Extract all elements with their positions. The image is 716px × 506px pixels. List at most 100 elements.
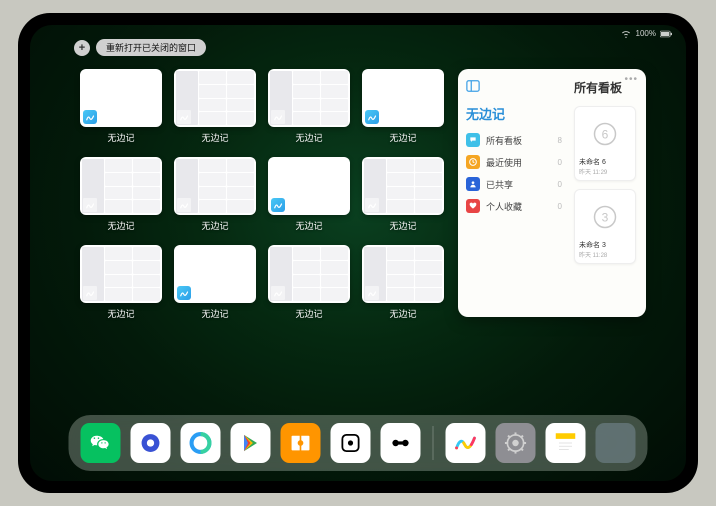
panel-sidebar: 无边记 所有看板 8 最近使用 0 已共享 0 个人收藏 0 xyxy=(458,69,570,317)
window-thumbnail[interactable]: 无边记 xyxy=(362,69,444,155)
sidebar-item[interactable]: 个人收藏 0 xyxy=(466,199,562,213)
panel-content: 所有看板 6未命名 6昨天 11:293未命名 3昨天 11:28 xyxy=(570,69,646,317)
window-label: 无边记 xyxy=(295,307,322,320)
thumbnail-preview xyxy=(174,245,256,303)
chat-icon xyxy=(466,133,480,147)
panel-menu-icon[interactable]: ••• xyxy=(624,74,638,85)
thumbnail-preview xyxy=(362,157,444,215)
freeform-panel[interactable]: ••• 无边记 所有看板 8 最近使用 0 已共享 0 个人收藏 0 所有看板 6 未命名 6昨… xyxy=(458,69,646,317)
freeform-app-icon xyxy=(365,110,379,124)
freeform-app-icon xyxy=(271,198,285,212)
screen: 100% + 重新打开已关闭的窗口 无边记无边记无边记无边记无边记无边记无边记无… xyxy=(30,25,686,481)
board-time: 昨天 11:29 xyxy=(579,167,631,176)
window-label: 无边记 xyxy=(389,219,416,232)
freeform-app-icon xyxy=(271,110,285,124)
window-label: 无边记 xyxy=(201,131,228,144)
window-label: 无边记 xyxy=(107,131,134,144)
top-controls: + 重新打开已关闭的窗口 xyxy=(74,39,206,56)
sidebar-item[interactable]: 最近使用 0 xyxy=(466,155,562,169)
freeform-app-icon xyxy=(83,286,97,300)
window-label: 无边记 xyxy=(389,307,416,320)
ipad-frame: 100% + 重新打开已关闭的窗口 无边记无边记无边记无边记无边记无边记无边记无… xyxy=(18,13,698,493)
battery-label: 100% xyxy=(636,29,656,38)
freeform-app-icon xyxy=(177,198,191,212)
sidebar-item-label: 所有看板 xyxy=(486,134,552,147)
battery-icon xyxy=(660,30,672,38)
board-name: 未命名 6 xyxy=(579,157,631,167)
window-thumbnail[interactable]: 无边记 xyxy=(174,157,256,243)
dock xyxy=(69,415,648,471)
thumbnail-preview xyxy=(362,69,444,127)
panel-title: 无边记 xyxy=(466,104,562,123)
thumbnail-preview xyxy=(268,245,350,303)
window-thumbnail[interactable]: 无边记 xyxy=(268,245,350,331)
board-card[interactable]: 6 未命名 6昨天 11:29 xyxy=(574,106,636,181)
thumbnail-preview xyxy=(268,157,350,215)
sidebar-item-count: 8 xyxy=(558,136,562,145)
dock-folder[interactable] xyxy=(596,423,636,463)
board-sketch: 3 xyxy=(579,194,631,240)
dock-separator xyxy=(433,426,434,460)
dock-connect[interactable] xyxy=(381,423,421,463)
thumbnail-preview xyxy=(80,245,162,303)
window-label: 无边记 xyxy=(295,219,322,232)
sidebar-item-count: 0 xyxy=(558,202,562,211)
new-window-button[interactable]: + xyxy=(74,40,90,56)
freeform-app-icon xyxy=(83,110,97,124)
status-bar: 100% xyxy=(620,29,672,38)
thumbnail-preview xyxy=(80,69,162,127)
sidebar-toggle-icon[interactable] xyxy=(466,79,480,93)
window-label: 无边记 xyxy=(295,131,322,144)
svg-text:6: 6 xyxy=(602,128,609,142)
dock-books[interactable] xyxy=(281,423,321,463)
clock-icon xyxy=(466,155,480,169)
window-thumbnail[interactable]: 无边记 xyxy=(80,157,162,243)
window-label: 无边记 xyxy=(201,307,228,320)
sidebar-item-label: 已共享 xyxy=(486,178,552,191)
dock-qqbrowser[interactable] xyxy=(181,423,221,463)
window-label: 无边记 xyxy=(107,307,134,320)
thumbnail-preview xyxy=(268,69,350,127)
sidebar-item-count: 0 xyxy=(558,180,562,189)
dock-wechat[interactable] xyxy=(81,423,121,463)
window-label: 无边记 xyxy=(389,131,416,144)
board-sketch: 6 xyxy=(579,111,631,157)
freeform-app-icon xyxy=(177,286,191,300)
heart-icon xyxy=(466,199,480,213)
svg-text:3: 3 xyxy=(602,211,609,225)
thumbnail-preview xyxy=(174,69,256,127)
window-label: 无边记 xyxy=(201,219,228,232)
window-thumbnail[interactable]: 无边记 xyxy=(362,245,444,331)
wifi-icon xyxy=(620,30,632,38)
reopen-closed-button[interactable]: 重新打开已关闭的窗口 xyxy=(96,39,206,56)
window-thumbnail[interactable]: 无边记 xyxy=(174,245,256,331)
freeform-app-icon xyxy=(365,286,379,300)
people-icon xyxy=(466,177,480,191)
dock-play[interactable] xyxy=(231,423,271,463)
thumbnail-preview xyxy=(80,157,162,215)
sidebar-item[interactable]: 已共享 0 xyxy=(466,177,562,191)
window-grid: 无边记无边记无边记无边记无边记无边记无边记无边记无边记无边记无边记无边记 xyxy=(80,69,444,407)
thumbnail-preview xyxy=(174,157,256,215)
sidebar-item-count: 0 xyxy=(558,158,562,167)
workspace: 无边记无边记无边记无边记无边记无边记无边记无边记无边记无边记无边记无边记 •••… xyxy=(80,69,646,407)
sidebar-item[interactable]: 所有看板 8 xyxy=(466,133,562,147)
dock-dice[interactable] xyxy=(331,423,371,463)
window-thumbnail[interactable]: 无边记 xyxy=(268,69,350,155)
dock-freeform[interactable] xyxy=(446,423,486,463)
freeform-app-icon xyxy=(83,198,97,212)
window-thumbnail[interactable]: 无边记 xyxy=(362,157,444,243)
board-card[interactable]: 3未命名 3昨天 11:28 xyxy=(574,189,636,264)
board-name: 未命名 3 xyxy=(579,240,631,250)
window-thumbnail[interactable]: 无边记 xyxy=(174,69,256,155)
window-thumbnail[interactable]: 无边记 xyxy=(268,157,350,243)
window-thumbnail[interactable]: 无边记 xyxy=(80,245,162,331)
window-thumbnail[interactable]: 无边记 xyxy=(80,69,162,155)
freeform-app-icon xyxy=(177,110,191,124)
dock-settings[interactable] xyxy=(496,423,536,463)
sidebar-item-label: 个人收藏 xyxy=(486,200,552,213)
sidebar-item-label: 最近使用 xyxy=(486,156,552,169)
window-label: 无边记 xyxy=(107,219,134,232)
dock-quark[interactable] xyxy=(131,423,171,463)
dock-notes[interactable] xyxy=(546,423,586,463)
